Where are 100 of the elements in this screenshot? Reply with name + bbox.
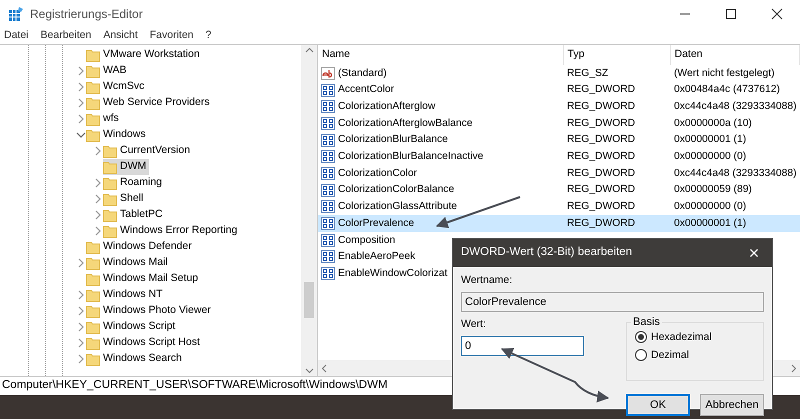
binary-value-icon [321,116,335,130]
row-name-cell[interactable]: ColorizationAfterglow [318,98,563,116]
binary-value-icon [321,100,335,114]
column-header[interactable]: Daten [670,45,800,65]
table-cell-text: 0x00000059 (89) [673,183,753,198]
close-button[interactable]: × [736,239,772,267]
tree-item[interactable]: Windows Script [86,319,178,335]
table-cell-text: REG_DWORD [566,150,636,164]
menu-item[interactable]: Datei [4,28,29,44]
row-name-cell[interactable]: (Standard) [318,65,563,82]
expand-chevron-icon[interactable] [76,66,86,76]
folder-icon [103,160,117,174]
expand-chevron-icon[interactable] [93,226,103,236]
row-name-cell[interactable]: ColorizationColor [318,165,563,182]
expand-chevron-icon[interactable] [76,98,86,108]
row-name-cell[interactable]: ColorizationColorBalance [318,182,563,198]
binary-value-icon [321,217,335,230]
folder-icon [86,352,100,366]
expand-chevron-icon[interactable] [93,146,103,156]
table-cell-text: REG_DWORD [566,100,636,114]
tree-item[interactable]: WcmSvc [86,79,148,95]
ok-button[interactable]: OK [626,394,690,416]
binary-value-icon [321,267,335,280]
table-cell: (Wert nicht festgelegt) [670,65,800,82]
folder-icon [86,64,100,78]
table-cell-text: REG_DWORD [566,183,636,198]
expand-chevron-icon[interactable] [76,338,86,348]
binary-value-icon [321,166,335,180]
menu-item[interactable]: Bearbeiten [40,28,92,44]
tree-item[interactable]: WAB [86,63,130,79]
tree-item[interactable]: Windows Script Host [86,335,203,351]
table-cell-text: 0xc44c4a48 (3293334088) [673,100,798,114]
tree-item[interactable]: Web Service Providers [86,95,213,111]
dialog-title: DWORD-Wert (32-Bit) bearbeiten [461,245,632,260]
row-name-cell[interactable]: ColorizationGlassAttribute [318,198,563,216]
expand-chevron-icon[interactable] [93,178,103,188]
expand-chevron-icon[interactable] [76,82,86,92]
folder-icon [86,320,100,334]
binary-value-icon [321,84,335,97]
string-value-icon [321,66,335,80]
radio-option[interactable]: Dezimal [635,346,755,364]
tree-item[interactable]: wfs [86,111,122,127]
expand-chevron-icon[interactable] [76,306,86,316]
row-name-cell[interactable]: AccentColor [318,82,563,98]
folder-icon [103,208,117,222]
table-cell: REG_SZ [563,65,670,82]
tree-item[interactable]: Roaming [103,175,166,191]
scroll-right-icon[interactable] [791,364,797,372]
menu-item[interactable]: Ansicht [103,28,138,44]
folder-icon [103,224,117,238]
tree-item[interactable]: DWM [103,159,150,175]
row-name-cell[interactable]: ColorizationBlurBalance [318,132,563,148]
folder-icon [86,272,100,286]
tree-item[interactable]: VMware Workstation [86,47,203,63]
group-label: Basis [632,317,661,328]
tree-item[interactable]: Windows Mail [86,255,171,271]
column-header[interactable]: Typ [563,45,670,65]
folder-icon [103,192,117,206]
folder-icon [86,80,100,94]
tree-item[interactable]: Shell [103,191,146,207]
value-name-field[interactable]: ColorPrevalence [461,292,764,312]
table-cell-text: 0x00000000 (0) [673,150,748,164]
expand-chevron-icon[interactable] [76,322,86,332]
table-cell-text: REG_DWORD [566,166,636,181]
value-field[interactable]: 0 [461,336,584,356]
tree-item[interactable]: Windows Defender [86,239,195,255]
tree-item[interactable]: TabletPC [103,207,166,223]
collapse-chevron-icon[interactable] [76,130,86,140]
window-title: Registrierungs-Editor [30,6,143,23]
scroll-down-icon[interactable] [304,368,314,374]
folder-icon [86,304,100,318]
tree-item[interactable]: CurrentVersion [103,143,194,159]
tree-item[interactable]: Windows Error Reporting [103,223,240,239]
binary-value-icon [321,200,335,214]
scrollbar-thumb[interactable] [304,282,314,318]
menu-item[interactable]: Favoriten [150,28,194,44]
expand-chevron-icon[interactable] [76,258,86,268]
binary-value-icon [321,250,335,264]
scroll-left-icon[interactable] [321,364,327,372]
expand-chevron-icon[interactable] [76,114,86,124]
expand-chevron-icon[interactable] [76,354,86,364]
tree-item[interactable]: Windows [86,127,149,143]
scroll-up-icon[interactable] [304,47,314,53]
folder-icon [86,336,100,350]
table-cell: REG_DWORD [563,198,670,216]
expand-chevron-icon[interactable] [93,194,103,204]
field-label: Wertname: [461,273,514,288]
radio-option[interactable]: Hexadezimal [635,328,755,346]
tree-item[interactable]: Windows Search [86,351,185,367]
row-name-cell[interactable]: ColorizationAfterglowBalance [318,115,563,132]
cancel-button[interactable]: Abbrechen [700,394,764,416]
menu-item[interactable]: ? [206,28,212,44]
row-name-cell[interactable]: ColorPrevalence [318,215,563,232]
expand-chevron-icon[interactable] [93,210,103,220]
expand-chevron-icon[interactable] [76,290,86,300]
tree-item[interactable]: Windows Photo Viewer [86,303,214,319]
tree-item[interactable]: Windows NT [86,287,166,303]
row-name-cell[interactable]: ColorizationBlurBalanceInactive [318,148,563,166]
column-header[interactable]: Name [318,45,563,65]
tree-item[interactable]: Windows Mail Setup [86,271,202,287]
